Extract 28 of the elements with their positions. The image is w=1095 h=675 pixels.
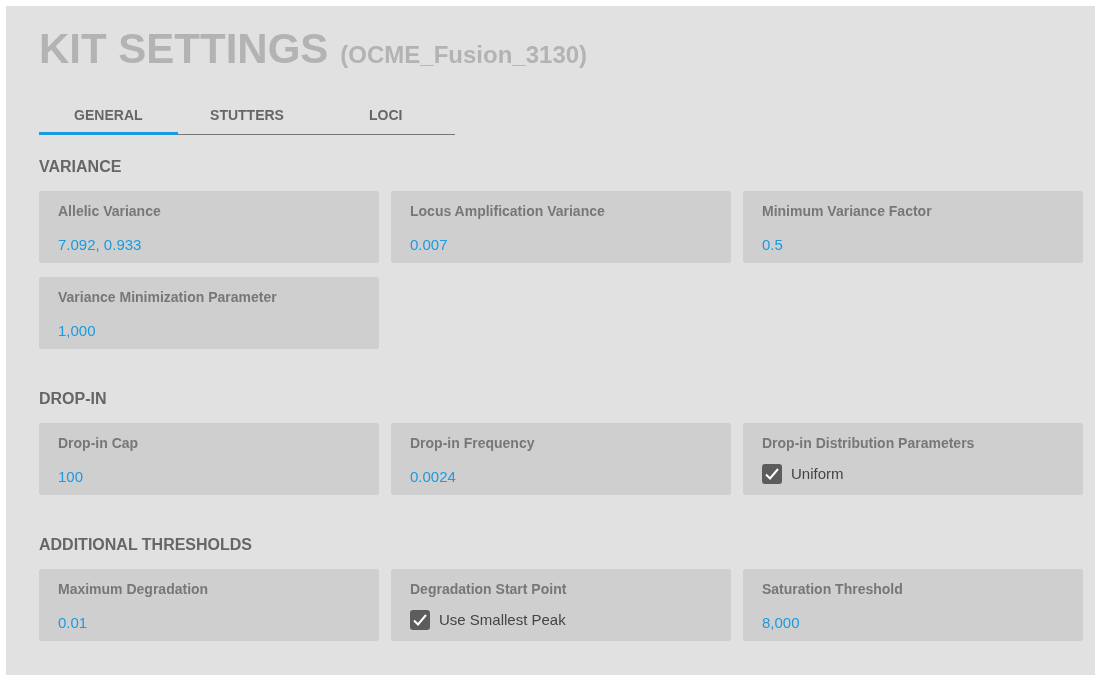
checkbox-label: Use Smallest Peak: [439, 610, 566, 630]
checkbox-label: Uniform: [791, 464, 844, 484]
setting-label: Saturation Threshold: [762, 580, 903, 599]
setting-label: Drop-in Distribution Parameters: [762, 434, 975, 453]
section-heading: VARIANCE: [39, 157, 122, 177]
setting-label: Allelic Variance: [58, 202, 161, 221]
tab[interactable]: GENERAL: [39, 98, 178, 135]
setting-label: Drop-in Cap: [58, 434, 139, 453]
setting-value: 8,000: [762, 613, 800, 633]
setting-label: Variance Minimization Parameter: [58, 288, 277, 307]
setting-label: Degradation Start Point: [410, 580, 567, 599]
setting-value: 100: [58, 467, 84, 487]
setting-value: 1,000: [58, 321, 96, 341]
setting-value: 0.0024: [410, 467, 456, 487]
setting-label: Drop-in Frequency: [410, 434, 535, 453]
setting-value: 0.5: [762, 235, 783, 255]
checkbox[interactable]: [410, 610, 430, 631]
tab[interactable]: STUTTERS: [177, 98, 317, 135]
setting-value: 7.092, 0.933: [58, 235, 142, 255]
setting-value: 0.01: [58, 613, 88, 633]
setting-label: Maximum Degradation: [58, 580, 209, 599]
checkbox[interactable]: [762, 464, 782, 485]
section-heading: DROP-IN: [39, 389, 107, 409]
setting-label: Locus Amplification Variance: [410, 202, 605, 221]
setting-label: Minimum Variance Factor: [762, 202, 932, 221]
setting-value: 0.007: [410, 235, 448, 255]
section-heading: ADDITIONAL THRESHOLDS: [39, 535, 253, 555]
tab[interactable]: LOCI: [316, 98, 455, 135]
